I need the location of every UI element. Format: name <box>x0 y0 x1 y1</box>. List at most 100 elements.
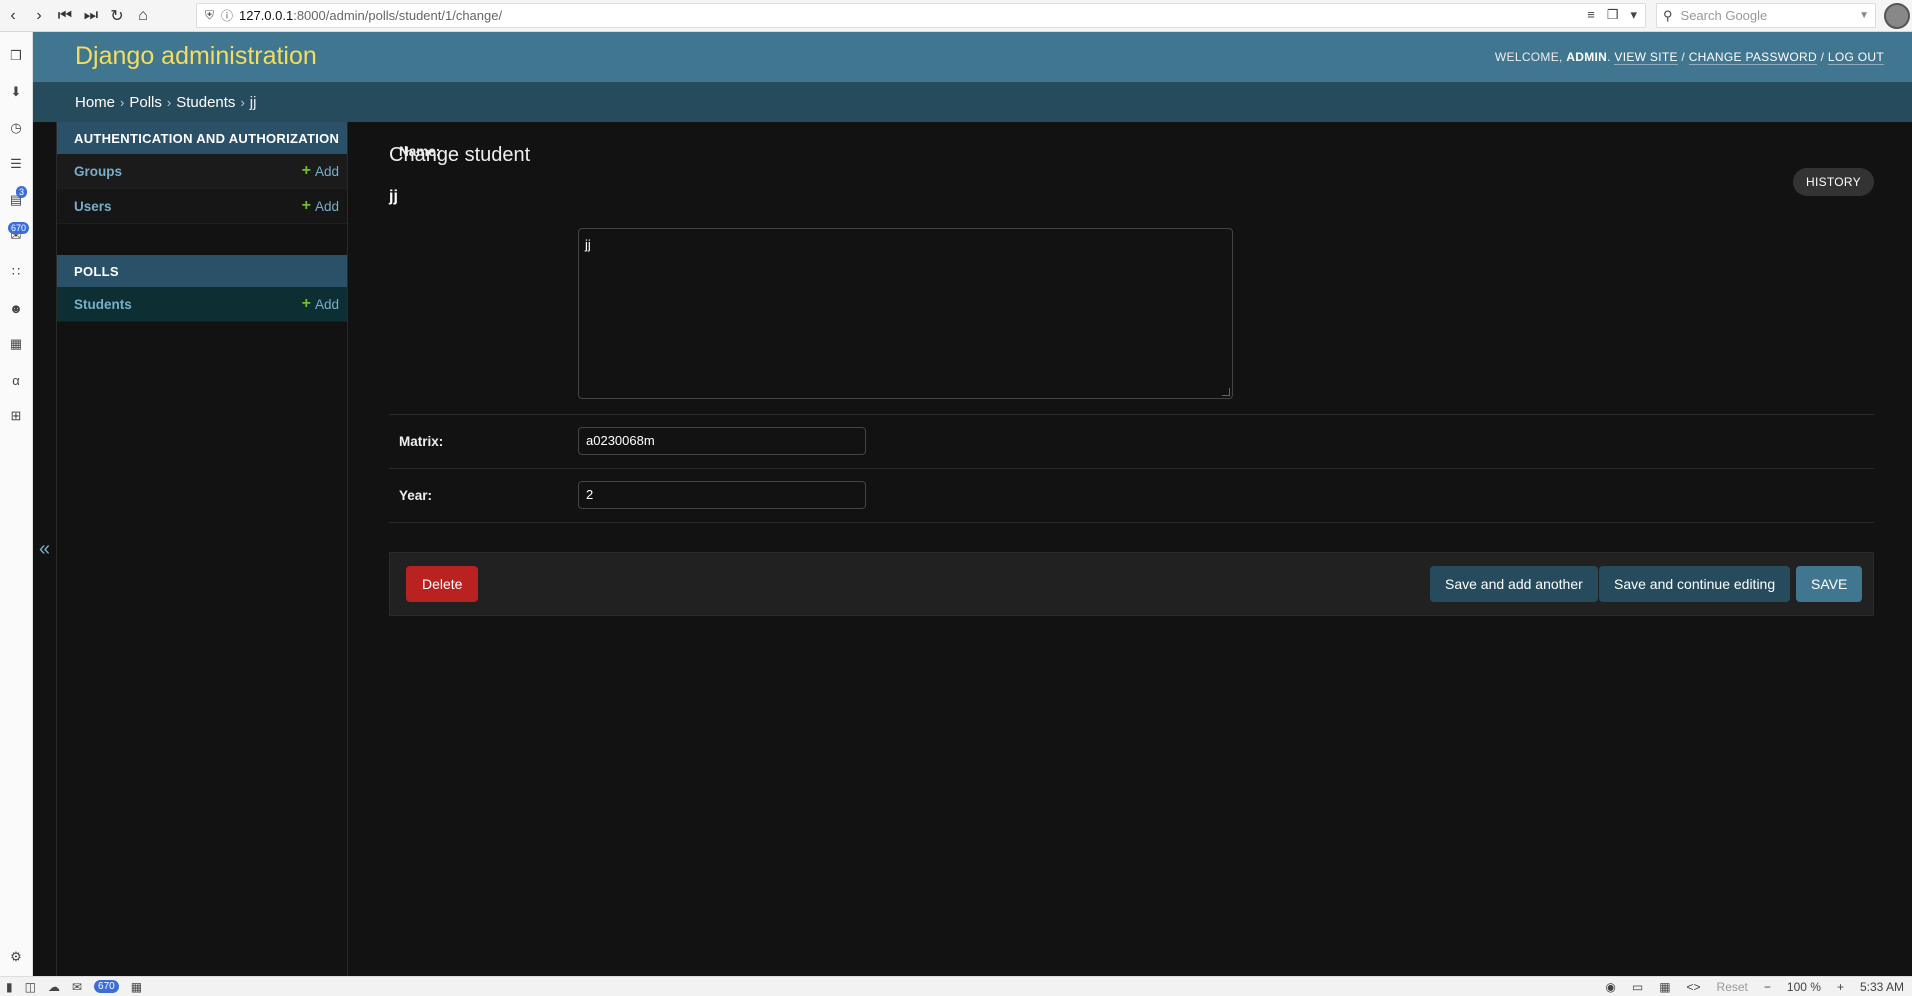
breadcrumb-students[interactable]: Students <box>176 94 235 111</box>
save-and-continue-button[interactable]: Save and continue editing <box>1599 566 1791 602</box>
tile-icon[interactable]: ◫ <box>25 980 36 994</box>
clock-time: 5:33 AM <box>1859 979 1904 994</box>
calendar-icon[interactable]: ▦ <box>6 334 26 354</box>
search-placeholder: Search Google <box>1680 8 1768 23</box>
breadcrumb: Home › Polls › Students › jj <box>33 82 1912 122</box>
module-caption-polls[interactable]: Polls <box>57 255 347 287</box>
sidebar-item-users: Users + Add <box>57 189 347 224</box>
translate-icon[interactable]: α <box>6 370 26 390</box>
breadcrumb-current: jj <box>249 93 257 111</box>
plus-icon: + <box>301 162 311 179</box>
welcome-text: Welcome, <box>1494 50 1567 64</box>
forward-icon[interactable]: › <box>26 2 52 30</box>
camera-icon[interactable]: ◉ <box>1605 980 1615 994</box>
change-password-link[interactable]: Change password <box>1688 50 1817 65</box>
separator: / <box>1816 50 1828 64</box>
save-button[interactable]: SAVE <box>1796 566 1863 602</box>
dropdown-icon[interactable]: ▾ <box>1630 7 1637 23</box>
plus-icon: + <box>301 197 311 214</box>
address-bar[interactable]: ⛨ ⓘ 127.0.0.1:8000/admin/polls/student/1… <box>196 3 1646 28</box>
view-site-link[interactable]: View site <box>1614 50 1678 65</box>
mail-badge: 670 <box>94 980 119 993</box>
notes-icon[interactable]: ☰ <box>6 154 26 174</box>
add-panel-icon[interactable]: ⊞ <box>6 406 26 426</box>
info-icon[interactable]: ⓘ <box>221 7 239 24</box>
search-input[interactable]: ⚲ Search Google ▼ <box>1656 3 1876 28</box>
rewind-icon[interactable]: ⏮ <box>52 2 78 30</box>
window-icon[interactable]: ▭ <box>1632 980 1643 994</box>
object-title: jj <box>389 188 398 205</box>
downloads-icon[interactable]: ⬇ <box>6 82 26 102</box>
toggle-nav-sidebar[interactable]: « <box>33 122 57 976</box>
home-icon[interactable]: ⌂ <box>130 2 156 30</box>
year-input[interactable]: 2 <box>578 481 866 509</box>
breadcrumb-separator: › <box>240 94 245 110</box>
browser-status-bar: ▮ ◫ ☁ ✉ 670 ▦ ◉ ▭ ▦ <> Reset − 100 % + 5… <box>0 976 1912 996</box>
add-student-link[interactable]: + Add <box>302 295 339 313</box>
breadcrumb-polls[interactable]: Polls <box>129 94 162 111</box>
feed-icon[interactable]: ∷ <box>6 262 26 282</box>
add-label: Add <box>314 296 339 312</box>
zoom-in-icon[interactable]: + <box>1837 980 1844 994</box>
name-textarea[interactable]: jj <box>578 228 1233 399</box>
matrix-input[interactable]: a0230068m <box>578 427 866 455</box>
sidebar-item-groups: Groups + Add <box>57 154 347 189</box>
year-label: Year: <box>399 488 433 503</box>
profile-icon[interactable] <box>1884 3 1910 29</box>
reader-view-icon[interactable]: ≡ <box>1587 7 1595 23</box>
module-caption-auth[interactable]: Authentication and Authorization <box>57 122 347 154</box>
mail-badge: 670 <box>8 222 30 234</box>
tabs-badge: 3 <box>16 186 28 198</box>
browser-side-panel: ❒ ⬇ ◷ ☰ ▤ 3 ✉ 670 ∷ ☻ ▦ α ⊞ ⚙ <box>0 32 33 976</box>
reload-icon[interactable]: ↻ <box>104 2 130 30</box>
url-path: :8000/admin/polls/student/1/change/ <box>293 8 503 23</box>
bookmarks-icon[interactable]: ❒ <box>6 46 26 66</box>
add-user-link[interactable]: + Add <box>302 197 339 215</box>
zoom-out-icon[interactable]: − <box>1764 980 1771 994</box>
nav-sidebar: « Authentication and Authorization Group… <box>33 122 348 976</box>
add-label: Add <box>314 198 339 214</box>
users-link[interactable]: Users <box>74 199 112 214</box>
save-and-add-another-button[interactable]: Save and add another <box>1430 566 1598 602</box>
breadcrumb-separator: › <box>166 94 172 110</box>
cloud-icon[interactable]: ☁ <box>48 980 60 994</box>
breadcrumb-separator: › <box>120 94 125 110</box>
history-button[interactable]: History <box>1792 168 1874 196</box>
log-out-link[interactable]: Log out <box>1827 50 1884 65</box>
add-group-link[interactable]: + Add <box>302 162 339 180</box>
shield-icon: ⛨ <box>205 8 215 22</box>
sidebar-item-students: Students + Add <box>57 287 347 322</box>
site-branding[interactable]: Django administration <box>75 42 317 71</box>
students-link[interactable]: Students <box>74 297 132 312</box>
calendar-icon[interactable]: ▦ <box>131 980 142 994</box>
form-row-matrix: Matrix: a0230068m <box>389 415 1874 469</box>
mail-icon[interactable]: ✉ <box>72 980 82 994</box>
separator: / <box>1677 50 1689 64</box>
groups-link[interactable]: Groups <box>74 164 122 179</box>
settings-icon[interactable]: ⚙ <box>6 947 26 967</box>
breadcrumb-home[interactable]: Home <box>75 94 115 111</box>
image-icon[interactable]: ▦ <box>1659 980 1670 994</box>
plus-icon: + <box>301 295 311 312</box>
fast-forward-icon[interactable]: ⏭ <box>78 2 104 30</box>
add-label: Add <box>314 163 339 179</box>
module-auth: Authentication and Authorization Groups … <box>57 122 347 224</box>
module-polls: Polls Students + Add <box>57 255 347 322</box>
back-icon[interactable]: ‹ <box>0 2 26 30</box>
zoom-reset[interactable]: Reset <box>1717 980 1748 994</box>
zoom-level: 100 % <box>1786 979 1821 994</box>
chevron-down-icon[interactable]: ▼ <box>1859 10 1869 21</box>
resize-handle[interactable] <box>1222 388 1230 396</box>
bookmark-icon[interactable]: ❒ <box>1607 7 1619 23</box>
search-icon: ⚲ <box>1663 7 1673 23</box>
name-value: jj <box>585 237 591 252</box>
contacts-icon[interactable]: ☻ <box>6 298 26 318</box>
matrix-label: Matrix: <box>399 434 444 449</box>
history-icon[interactable]: ◷ <box>6 118 26 138</box>
url-host: 127.0.0.1 <box>239 8 294 23</box>
delete-button[interactable]: Delete <box>406 566 479 602</box>
code-icon[interactable]: <> <box>1687 980 1701 994</box>
username: admin <box>1566 50 1608 64</box>
site-header: Django administration Welcome, admin. Vi… <box>33 32 1912 82</box>
panel-toggle-icon[interactable]: ▮ <box>6 980 13 994</box>
